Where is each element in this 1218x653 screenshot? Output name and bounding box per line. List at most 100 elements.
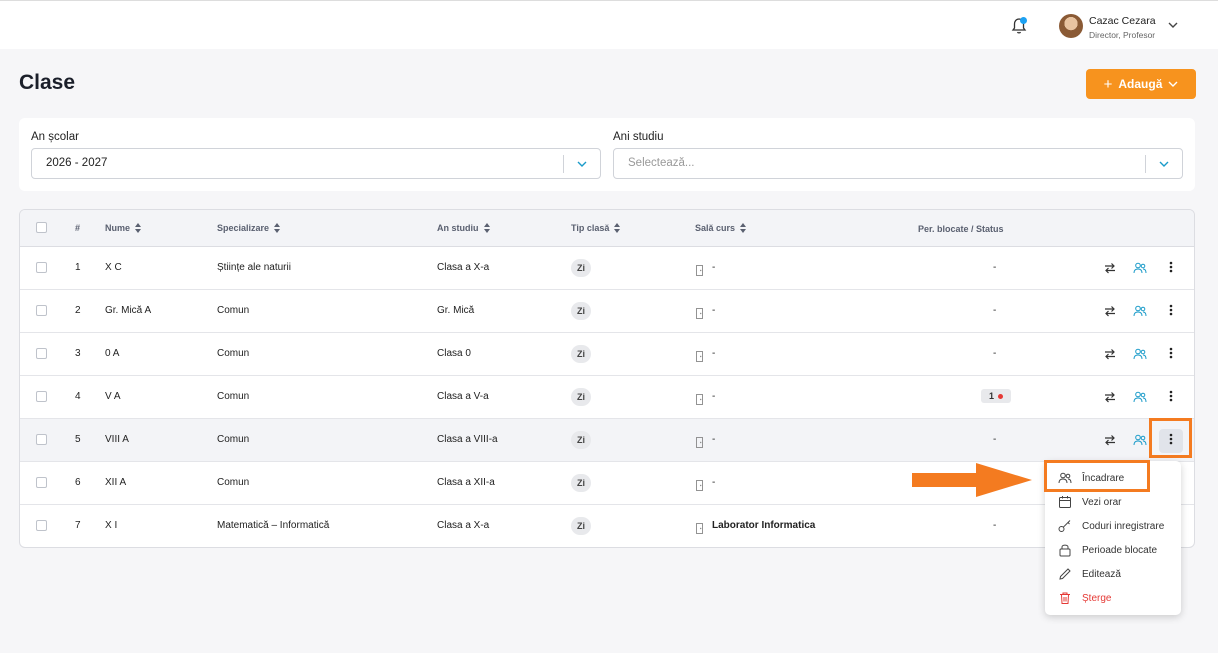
header-specialization[interactable]: Specializare xyxy=(217,223,281,233)
filter-card: An școlar 2026 - 2027 Ani studiu Selecte… xyxy=(19,118,1195,191)
row-name: V A xyxy=(105,391,121,402)
row-checkbox[interactable] xyxy=(36,477,47,488)
row-name: XII A xyxy=(105,477,127,488)
page-title: Clase xyxy=(19,71,76,94)
avatar[interactable] xyxy=(1059,14,1083,38)
year-label: An școlar xyxy=(31,131,79,143)
more-actions-button[interactable] xyxy=(1159,386,1183,410)
plus-icon: + xyxy=(1103,75,1113,93)
row-room: Laborator Informatica xyxy=(712,520,816,531)
row-room: - xyxy=(712,348,716,359)
header-name[interactable]: Nume xyxy=(105,223,142,233)
table-row[interactable]: 7 X I Matematică – Informatică Clasa a X-a Z… xyxy=(20,505,1194,547)
row-checkbox[interactable] xyxy=(36,434,47,445)
users-icon[interactable] xyxy=(1133,304,1147,318)
table-header: # Nume Specializare An studiu Tip clasă … xyxy=(20,210,1194,247)
row-checkbox[interactable] xyxy=(36,262,47,273)
sort-icon xyxy=(740,223,747,233)
row-index: 4 xyxy=(75,391,81,402)
user-name[interactable]: Cazac Cezara xyxy=(1089,15,1156,27)
row-checkbox[interactable] xyxy=(36,391,47,402)
table-row[interactable]: 4 V A Comun Clasa a V-a Zi - 1 xyxy=(20,376,1194,419)
pencil-icon xyxy=(1059,568,1071,580)
study-select[interactable]: Selectează... xyxy=(613,148,1183,179)
door-icon xyxy=(696,392,703,405)
transfer-icon[interactable] xyxy=(1103,433,1117,447)
user-role: Director, Profesor xyxy=(1089,30,1156,40)
door-icon xyxy=(696,521,703,534)
chevron-down-icon xyxy=(1159,161,1169,167)
row-specialization: Comun xyxy=(217,477,250,488)
add-button-label: Adaugă xyxy=(1118,77,1163,91)
select-all-checkbox[interactable] xyxy=(36,222,47,233)
users-icon[interactable] xyxy=(1133,390,1147,404)
class-type-badge: Zi xyxy=(571,474,591,492)
transfer-icon[interactable] xyxy=(1103,347,1117,361)
table-row[interactable]: 3 0 A Comun Clasa 0 Zi - - xyxy=(20,333,1194,376)
transfer-icon[interactable] xyxy=(1103,390,1117,404)
row-room: - xyxy=(712,305,716,316)
row-status: - xyxy=(993,348,997,359)
more-actions-button[interactable] xyxy=(1159,343,1183,367)
row-study-year: Clasa a X-a xyxy=(437,262,490,273)
row-specialization: Comun xyxy=(217,348,250,359)
header-room[interactable]: Sală curs xyxy=(695,223,747,233)
top-bar: Cazac Cezara Director, Profesor xyxy=(0,0,1218,49)
key-icon xyxy=(1058,520,1071,532)
users-icon[interactable] xyxy=(1133,347,1147,361)
chevron-down-icon[interactable] xyxy=(1168,21,1178,29)
study-placeholder: Selectează... xyxy=(628,157,695,169)
row-checkbox[interactable] xyxy=(36,348,47,359)
sort-icon xyxy=(274,223,281,233)
chevron-down-icon xyxy=(577,161,587,167)
row-status: 1 xyxy=(988,391,994,401)
users-icon[interactable] xyxy=(1133,261,1147,275)
study-label: Ani studiu xyxy=(613,131,664,143)
year-value: 2026 - 2027 xyxy=(46,157,108,169)
row-index: 1 xyxy=(75,262,81,273)
highlight-kebab xyxy=(1149,418,1192,458)
menu-item-perioade[interactable]: Perioade blocate xyxy=(1045,538,1181,562)
kebab-icon xyxy=(1169,260,1173,278)
row-room: - xyxy=(712,434,716,445)
row-status: - xyxy=(993,434,997,445)
door-icon xyxy=(696,263,703,276)
trash-icon xyxy=(1060,592,1070,604)
kebab-icon xyxy=(1169,346,1173,364)
row-status: - xyxy=(993,305,997,316)
row-name: X C xyxy=(105,262,122,273)
class-type-badge: Zi xyxy=(571,345,591,363)
transfer-icon[interactable] xyxy=(1103,261,1117,275)
table-row[interactable]: 5 VIII A Comun Clasa a VIII-a Zi - - xyxy=(20,419,1194,462)
row-index: 7 xyxy=(75,520,81,531)
class-type-badge: Zi xyxy=(571,517,591,535)
row-status: - xyxy=(993,520,997,531)
sort-icon xyxy=(614,223,621,233)
menu-item-vezi-orar[interactable]: Vezi orar xyxy=(1045,490,1181,514)
more-actions-button[interactable] xyxy=(1159,300,1183,324)
status-dot xyxy=(998,393,1003,399)
header-study-year[interactable]: An studiu xyxy=(437,223,490,233)
class-type-badge: Zi xyxy=(571,431,591,449)
row-room: - xyxy=(712,391,716,402)
menu-item-editeaza[interactable]: Editează xyxy=(1045,562,1181,586)
add-button[interactable]: + Adaugă xyxy=(1086,69,1196,99)
menu-item-coduri[interactable]: Coduri inregistrare xyxy=(1045,514,1181,538)
highlight-menu-item xyxy=(1044,460,1150,492)
annotation-arrow xyxy=(912,463,1032,497)
transfer-icon[interactable] xyxy=(1103,304,1117,318)
year-select[interactable]: 2026 - 2027 xyxy=(31,148,601,179)
table-row[interactable]: 2 Gr. Mică A Comun Gr. Mică Zi - - xyxy=(20,290,1194,333)
more-actions-button[interactable] xyxy=(1159,257,1183,281)
table-row[interactable]: 1 X C Științe ale naturii Clasa a X-a Zi - - xyxy=(20,247,1194,290)
row-index: 2 xyxy=(75,305,81,316)
classes-table: # Nume Specializare An studiu Tip clasă … xyxy=(19,209,1195,548)
row-study-year: Clasa 0 xyxy=(437,348,471,359)
blocked-periods-badge[interactable]: 1 xyxy=(981,389,1011,403)
header-class-type[interactable]: Tip clasă xyxy=(571,223,621,233)
row-checkbox[interactable] xyxy=(36,305,47,316)
row-checkbox[interactable] xyxy=(36,520,47,531)
menu-item-sterge[interactable]: Șterge xyxy=(1045,586,1181,610)
row-status: - xyxy=(993,262,997,273)
users-icon[interactable] xyxy=(1133,433,1147,447)
